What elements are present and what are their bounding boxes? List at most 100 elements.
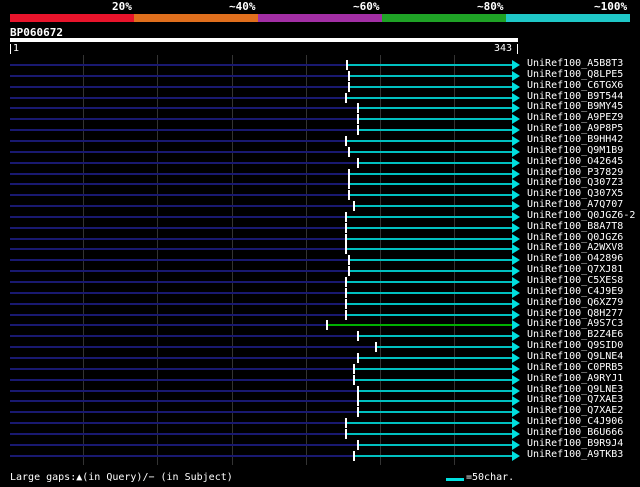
hit-label[interactable]: UniRef100_C4J906 bbox=[527, 416, 623, 427]
hit-aligned-region[interactable] bbox=[359, 444, 513, 446]
hit-label[interactable]: UniRef100_Q7XAE3 bbox=[527, 394, 623, 405]
hit-label[interactable]: UniRef100_A9TKB3 bbox=[527, 449, 623, 460]
hit-aligned-region[interactable] bbox=[359, 390, 513, 392]
hit-aligned-region[interactable] bbox=[350, 173, 513, 175]
hit-aligned-region[interactable] bbox=[350, 270, 513, 272]
hit-aligned-region[interactable] bbox=[359, 162, 513, 164]
hit-label[interactable]: UniRef100_Q307X5 bbox=[527, 188, 623, 199]
hit-label[interactable]: UniRef100_O42645 bbox=[527, 156, 623, 167]
hit-aligned-region[interactable] bbox=[359, 357, 513, 359]
legend-label-20: 20% bbox=[112, 0, 132, 13]
hit-unaligned-region bbox=[10, 292, 346, 294]
hit-unaligned-region bbox=[10, 259, 349, 261]
hit-label[interactable]: UniRef100_C0PRB5 bbox=[527, 362, 623, 373]
hit-aligned-region[interactable] bbox=[350, 259, 513, 261]
hit-unaligned-region bbox=[10, 205, 354, 207]
hit-aligned-region[interactable] bbox=[359, 129, 513, 131]
hit-arrow-icon bbox=[512, 71, 520, 81]
hit-aligned-region[interactable] bbox=[350, 86, 513, 88]
hit-label[interactable]: UniRef100_B2Z4E6 bbox=[527, 329, 623, 340]
hit-aligned-region[interactable] bbox=[350, 151, 513, 153]
hit-aligned-region[interactable] bbox=[350, 75, 513, 77]
hit-aligned-region[interactable] bbox=[350, 194, 513, 196]
hit-aligned-region[interactable] bbox=[347, 140, 513, 142]
hit-aligned-region[interactable] bbox=[355, 205, 513, 207]
hit-aligned-region[interactable] bbox=[359, 335, 513, 337]
hit-aligned-region[interactable] bbox=[347, 216, 513, 218]
scale-bar bbox=[446, 478, 464, 481]
hit-aligned-region[interactable] bbox=[347, 248, 513, 250]
hit-aligned-region[interactable] bbox=[355, 455, 513, 457]
hit-unaligned-region bbox=[10, 314, 346, 316]
hit-label[interactable]: UniRef100_Q0JGZ6-2 bbox=[527, 210, 635, 221]
hit-label[interactable]: UniRef100_C5XES8 bbox=[527, 275, 623, 286]
hit-aligned-region[interactable] bbox=[359, 400, 513, 402]
hit-aligned-region[interactable] bbox=[347, 238, 513, 240]
hit-label[interactable]: UniRef100_A5B8T3 bbox=[527, 58, 623, 69]
hit-aligned-region[interactable] bbox=[347, 422, 513, 424]
hit-unaligned-region bbox=[10, 183, 349, 185]
hit-arrow-icon bbox=[512, 266, 520, 276]
hit-label[interactable]: UniRef100_Q9M1B9 bbox=[527, 145, 623, 156]
hit-arrow-icon bbox=[512, 114, 520, 124]
hit-aligned-region[interactable] bbox=[347, 433, 513, 435]
hit-label[interactable]: UniRef100_Q9SID0 bbox=[527, 340, 623, 351]
hit-arrow-icon bbox=[512, 277, 520, 287]
legend-segment-80 bbox=[382, 14, 506, 22]
query-bar bbox=[10, 38, 518, 42]
hit-label[interactable]: UniRef100_B8A7T8 bbox=[527, 221, 623, 232]
hit-aligned-region[interactable] bbox=[348, 64, 513, 66]
hit-label[interactable]: UniRef100_Q7XAE2 bbox=[527, 405, 623, 416]
hit-aligned-region[interactable] bbox=[347, 97, 513, 99]
hit-label[interactable]: UniRef100_B9MY45 bbox=[527, 101, 623, 112]
hit-label[interactable]: UniRef100_Q307Z3 bbox=[527, 177, 623, 188]
hit-aligned-region[interactable] bbox=[347, 281, 513, 283]
hit-aligned-region[interactable] bbox=[355, 368, 513, 370]
hit-arrow-icon bbox=[512, 60, 520, 70]
hit-aligned-region[interactable] bbox=[359, 107, 513, 109]
hit-unaligned-region bbox=[10, 140, 346, 142]
hit-unaligned-region bbox=[10, 324, 327, 326]
hit-arrow-icon bbox=[512, 320, 520, 330]
hit-label[interactable]: UniRef100_A9S7C3 bbox=[527, 318, 623, 329]
hit-aligned-region[interactable] bbox=[347, 227, 513, 229]
legend-segment-60 bbox=[258, 14, 382, 22]
hit-unaligned-region bbox=[10, 346, 376, 348]
hit-unaligned-region bbox=[10, 97, 346, 99]
hit-unaligned-region bbox=[10, 118, 358, 120]
hit-unaligned-region bbox=[10, 444, 358, 446]
hit-label[interactable]: UniRef100_A9P8P5 bbox=[527, 123, 623, 134]
hit-aligned-region[interactable] bbox=[377, 346, 513, 348]
hit-arrow-icon bbox=[512, 93, 520, 103]
hit-label[interactable]: UniRef100_B9R9J4 bbox=[527, 438, 623, 449]
hit-label[interactable]: UniRef100_Q8LPE5 bbox=[527, 69, 623, 80]
hit-unaligned-region bbox=[10, 270, 349, 272]
hit-label[interactable]: UniRef100_A2WXV8 bbox=[527, 242, 623, 253]
hit-label[interactable]: UniRef100_A9PEZ9 bbox=[527, 112, 623, 123]
hit-label[interactable]: UniRef100_O42896 bbox=[527, 253, 623, 264]
hit-label[interactable]: UniRef100_Q6XZ79 bbox=[527, 297, 623, 308]
hit-arrow-icon bbox=[512, 244, 520, 254]
hit-label[interactable]: UniRef100_C4J9E9 bbox=[527, 286, 623, 297]
hit-label[interactable]: UniRef100_Q7XJ81 bbox=[527, 264, 623, 275]
legend-segment-100 bbox=[506, 14, 630, 22]
hit-unaligned-region bbox=[10, 455, 354, 457]
hit-label[interactable]: UniRef100_A7Q707 bbox=[527, 199, 623, 210]
hit-label[interactable]: UniRef100_C6TGX6 bbox=[527, 80, 623, 91]
hit-label[interactable]: UniRef100_Q9LNE4 bbox=[527, 351, 623, 362]
hit-aligned-region[interactable] bbox=[328, 324, 513, 326]
hit-aligned-region[interactable] bbox=[355, 379, 513, 381]
hit-arrow-icon bbox=[512, 82, 520, 92]
hit-aligned-region[interactable] bbox=[359, 411, 513, 413]
hit-aligned-region[interactable] bbox=[359, 118, 513, 120]
legend-label-100: ~100% bbox=[594, 0, 628, 13]
hit-aligned-region[interactable] bbox=[347, 303, 513, 305]
hit-label[interactable]: UniRef100_B9HH42 bbox=[527, 134, 623, 145]
hit-unaligned-region bbox=[10, 86, 349, 88]
hit-aligned-region[interactable] bbox=[347, 314, 513, 316]
hit-label[interactable]: UniRef100_A9RYJ1 bbox=[527, 373, 623, 384]
hit-aligned-region[interactable] bbox=[347, 292, 513, 294]
hit-label[interactable]: UniRef100_B6U666 bbox=[527, 427, 623, 438]
hit-aligned-region[interactable] bbox=[350, 183, 513, 185]
hit-unaligned-region bbox=[10, 390, 358, 392]
